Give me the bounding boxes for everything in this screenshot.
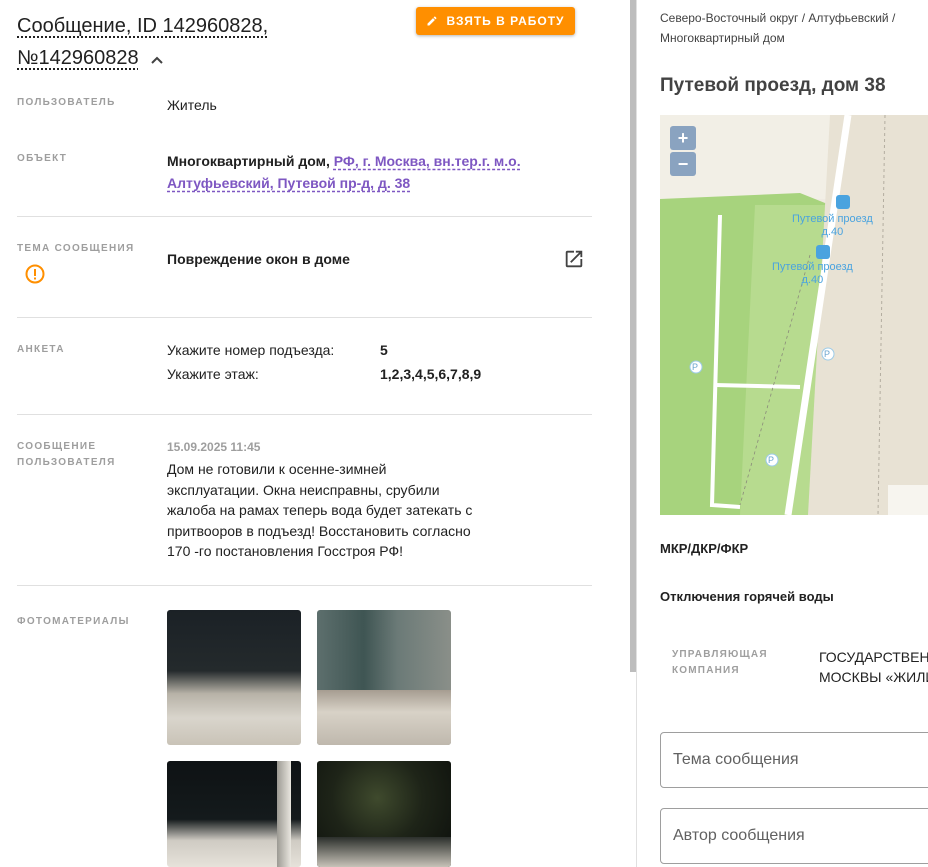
bus-stop-label: Путевой проезд д.40 — [792, 213, 873, 239]
title-line2: №142960828 — [17, 47, 139, 69]
author-field[interactable] — [660, 808, 928, 864]
breadcrumb-line2: Многоквартирный дом — [660, 31, 785, 45]
pencil-icon — [427, 16, 437, 26]
message-details-pane: Сообщение, ID 142960828, №142960828 ВЗЯТ… — [0, 0, 630, 867]
message-line: жалоба на рамах теперь вода будет затека… — [167, 502, 473, 519]
topic-field[interactable] — [660, 732, 928, 788]
title-line1: Сообщение, ID 142960828, — [17, 15, 269, 37]
survey-question: Укажите номер подъезда: — [167, 342, 335, 358]
page-title: Сообщение, ID 142960828, №142960828 — [17, 10, 397, 75]
bus-stop-name: Путевой проезд — [792, 213, 873, 225]
bus-stop-label: Путевой проезд д.40 — [772, 261, 853, 287]
photos-label: ФОТОМАТЕРИАЛЫ — [17, 616, 130, 627]
map-canvas[interactable] — [660, 115, 928, 515]
object-address-link-line2[interactable]: Алтуфьевский, Путевой пр-д, д. 38 — [167, 175, 410, 191]
take-to-work-button[interactable]: ВЗЯТЬ В РАБОТУ — [416, 7, 575, 35]
object-label: ОБЪЕКТ — [17, 153, 68, 164]
management-company-label-line2: КОМПАНИЯ — [672, 665, 740, 676]
management-company-value-line1: ГОСУДАРСТВЕНН — [819, 649, 928, 665]
zoom-in-button[interactable]: + — [670, 126, 696, 150]
divider — [17, 585, 592, 586]
breadcrumb-line1: Северо-Восточный округ / Алтуфьевский / — [660, 11, 896, 25]
zoom-out-button[interactable]: − — [670, 152, 696, 176]
survey-answer: 1,2,3,4,5,6,7,8,9 — [380, 366, 482, 382]
survey-label: АНКЕТА — [17, 344, 65, 355]
divider — [17, 414, 592, 415]
user-value: Житель — [167, 97, 217, 113]
topic-value: Повреждение окон в доме — [167, 251, 350, 267]
warning-icon — [25, 264, 45, 289]
open-in-new-icon[interactable] — [563, 248, 585, 275]
photo-thumbnail[interactable] — [317, 610, 451, 745]
management-company-label-line1: УПРАВЛЯЮЩАЯ — [672, 649, 768, 660]
divider — [17, 317, 592, 318]
photo-thumbnail[interactable] — [167, 610, 301, 745]
management-company-label: УПРАВЛЯЮЩАЯ КОМПАНИЯ — [672, 647, 768, 679]
program-title: МКР/ДКР/ФКР — [660, 541, 749, 556]
bus-stop-number: д.40 — [801, 274, 824, 286]
photo-thumbnail[interactable] — [167, 761, 301, 867]
message-line: 170 -го постановления Госстроя РФ! — [167, 543, 404, 560]
parking-icon: P — [824, 349, 831, 359]
hot-water-outage-title: Отключения горячей воды — [660, 589, 834, 604]
object-address-title: Путевой проезд, дом 38 — [660, 75, 886, 96]
user-label: ПОЛЬЗОВАТЕЛЬ — [17, 97, 116, 108]
divider — [17, 216, 592, 217]
message-text: Дом не готовили к осенне-зимней эксплуат… — [167, 459, 487, 562]
map[interactable]: + − Путевой проезд д.40 Путевой проезд д… — [660, 115, 928, 515]
message-line: притвооров в подъезд! Восстановить согла… — [167, 522, 471, 539]
topic-input[interactable] — [661, 733, 928, 787]
message-label-line1: СООБЩЕНИЕ — [17, 441, 97, 452]
take-to-work-label: ВЗЯТЬ В РАБОТУ — [446, 14, 565, 28]
author-input[interactable] — [661, 809, 928, 863]
object-address-link[interactable]: РФ, г. Москва, вн.тер.г. м.о. — [334, 153, 521, 169]
management-company-value: ГОСУДАРСТВЕНН МОСКВЫ «ЖИЛИ — [819, 647, 928, 687]
message-label: СООБЩЕНИЕ ПОЛЬЗОВАТЕЛЯ — [17, 439, 116, 471]
bus-stop-name: Путевой проезд — [772, 261, 853, 273]
object-sidebar: Северо-Восточный округ / Алтуфьевский / … — [637, 0, 928, 867]
message-line: эксплуатации. Окна неисправны, срубили — [167, 481, 440, 498]
parking-icon: P — [692, 362, 699, 372]
chevron-up-icon[interactable] — [150, 43, 164, 75]
management-company-value-line2: МОСКВЫ «ЖИЛИ — [819, 669, 928, 685]
photo-thumbnail[interactable] — [317, 761, 451, 867]
breadcrumb: Северо-Восточный округ / Алтуфьевский / … — [660, 8, 928, 48]
parking-icon: P — [768, 455, 775, 465]
bus-stop-number: д.40 — [821, 226, 844, 238]
object-type: Многоквартирный дом, — [167, 153, 330, 169]
message-line: Дом не готовили к осенне-зимней — [167, 461, 387, 477]
topic-label: ТЕМА СООБЩЕНИЯ — [17, 243, 135, 254]
survey-question: Укажите этаж: — [167, 366, 259, 382]
object-value: Многоквартирный дом, РФ, г. Москва, вн.т… — [167, 150, 527, 194]
message-label-line2: ПОЛЬЗОВАТЕЛЯ — [17, 457, 116, 468]
message-date: 15.09.2025 11:45 — [167, 440, 261, 454]
survey-answer: 5 — [380, 342, 388, 358]
